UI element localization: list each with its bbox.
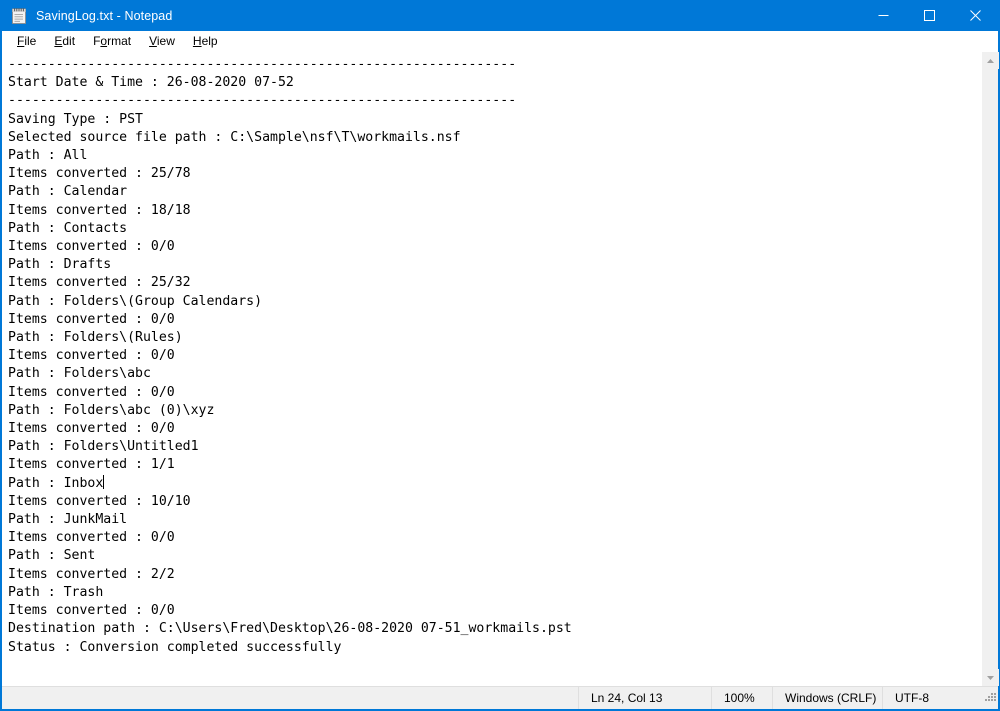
document-text-before-caret: ----------------------------------------… [8,57,517,491]
text-editor[interactable]: ----------------------------------------… [2,52,981,686]
scroll-down-icon[interactable] [982,669,999,686]
title-bar[interactable]: SavingLog.txt - Notepad [2,0,998,31]
status-line-ending[interactable]: Windows (CRLF) [772,687,882,709]
document-text: ----------------------------------------… [8,56,981,657]
menu-bar: File Edit Format View Help [2,31,998,52]
scroll-up-icon[interactable] [982,52,999,69]
notepad-window: SavingLog.txt - Notepad File Edit Format… [0,0,1000,711]
editor-area: ----------------------------------------… [2,52,999,686]
menu-view[interactable]: View [140,32,184,51]
status-encoding[interactable]: UTF-8 [882,687,982,709]
close-button[interactable] [952,0,998,31]
text-caret [103,474,105,489]
status-bar: Ln 24, Col 13 100% Windows (CRLF) UTF-8 [2,686,998,709]
menu-file[interactable]: File [8,32,45,51]
scrollbar-track[interactable] [982,69,998,669]
status-zoom-level[interactable]: 100% [711,687,772,709]
menu-format[interactable]: Format [84,32,140,51]
document-text-after-caret: Items converted : 10/10 Path : JunkMail … [8,493,572,655]
notepad-icon [10,7,28,25]
resize-grip-icon[interactable] [982,687,998,709]
menu-edit[interactable]: Edit [45,32,84,51]
status-cursor-position: Ln 24, Col 13 [578,687,711,709]
window-title: SavingLog.txt - Notepad [36,8,173,23]
status-spacer [2,687,578,709]
minimize-button[interactable] [860,0,906,31]
maximize-button[interactable] [906,0,952,31]
menu-help[interactable]: Help [184,32,227,51]
vertical-scrollbar[interactable] [981,52,999,686]
